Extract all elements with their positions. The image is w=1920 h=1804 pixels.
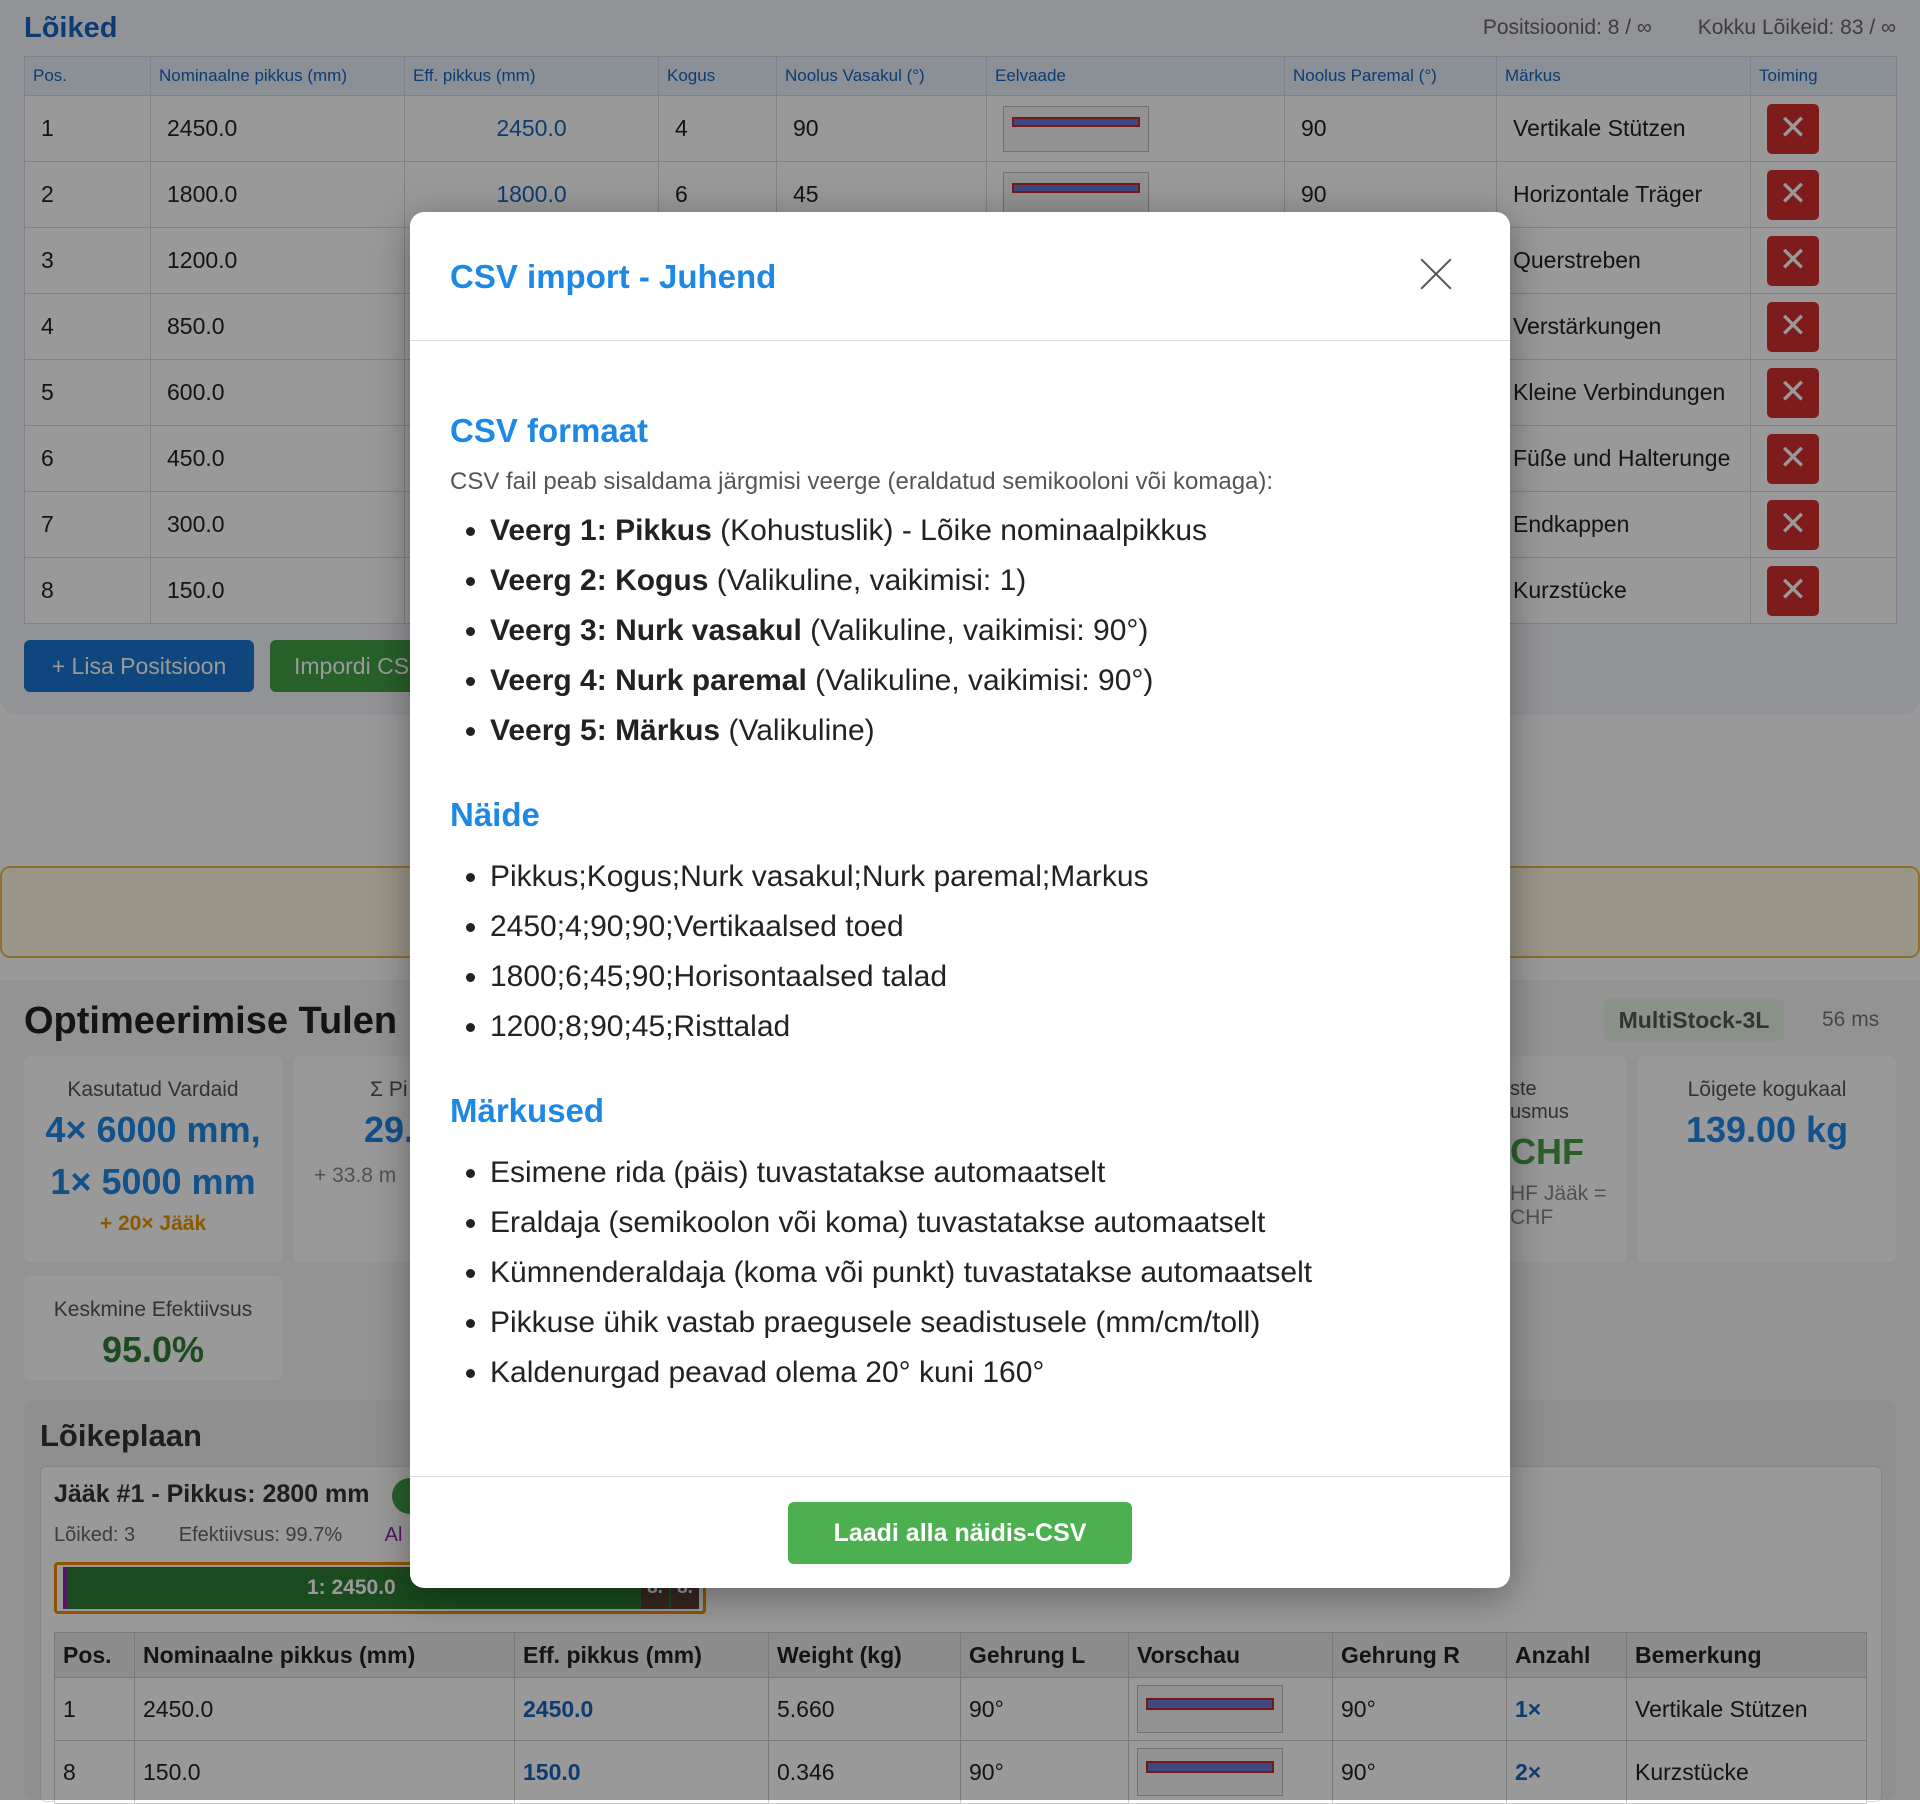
modal-body: CSV formaat CSV fail peab sisaldama järg… [450, 412, 1470, 1438]
example-title: Näide [450, 796, 540, 833]
column-name: Veerg 2: Kogus [490, 564, 709, 597]
close-icon[interactable] [1418, 256, 1454, 292]
list-item: Eraldaja (semikoolon või koma) tuvastata… [490, 1198, 1470, 1248]
list-item: Pikkuse ühik vastab praegusele seadistus… [490, 1298, 1470, 1348]
app-page: Lõiked Positsioonid: 8 / ∞ Kokku Lõikeid… [0, 0, 1920, 1804]
example-list: Pikkus;Kogus;Nurk vasakul;Nurk paremal;M… [450, 852, 1470, 1052]
modal-title: CSV import - Juhend [450, 258, 777, 295]
column-list: Veerg 1: Pikkus (Kohustuslik) - Lõike no… [450, 506, 1470, 756]
column-name: Veerg 3: Nurk vasakul [490, 614, 802, 647]
notes-title: Märkused [450, 1092, 605, 1129]
list-item: 2450;4;90;90;Vertikaalsed toed [490, 902, 1470, 952]
modal-header: CSV import - Juhend [410, 212, 1510, 341]
list-item: Veerg 3: Nurk vasakul (Valikuline, vaiki… [490, 606, 1470, 656]
download-sample-csv-button[interactable]: Laadi alla näidis-CSV [788, 1502, 1132, 1564]
modal-footer: Laadi alla näidis-CSV [410, 1476, 1510, 1589]
list-item: 1800;6;45;90;Horisontaalsed talad [490, 952, 1470, 1002]
column-name: Veerg 4: Nurk paremal [490, 664, 807, 697]
list-item: Esimene rida (päis) tuvastatakse automaa… [490, 1148, 1470, 1198]
column-name: Veerg 5: Märkus [490, 714, 721, 747]
list-item: Pikkus;Kogus;Nurk vasakul;Nurk paremal;M… [490, 852, 1470, 902]
list-item: Veerg 2: Kogus (Valikuline, vaikimisi: 1… [490, 556, 1470, 606]
column-desc: (Valikuline, vaikimisi: 90°) [801, 614, 1149, 647]
list-item: Kaldenurgad peavad olema 20° kuni 160° [490, 1348, 1470, 1398]
csv-format-intro: CSV fail peab sisaldama järgmisi veerge … [450, 468, 1274, 495]
column-desc: (Valikuline) [720, 714, 875, 747]
column-desc: (Valikuline, vaikimisi: 90°) [806, 664, 1154, 697]
list-item: Veerg 1: Pikkus (Kohustuslik) - Lõike no… [490, 506, 1470, 556]
list-item: Veerg 4: Nurk paremal (Valikuline, vaiki… [490, 656, 1470, 706]
column-desc: (Kohustuslik) - Lõike nominaalpikkus [711, 514, 1208, 547]
list-item: Veerg 5: Märkus (Valikuline) [490, 706, 1470, 756]
csv-format-title: CSV formaat [450, 412, 649, 449]
list-item: Kümnenderaldaja (koma või punkt) tuvasta… [490, 1248, 1470, 1298]
list-item: 1200;8;90;45;Risttalad [490, 1002, 1470, 1052]
notes-list: Esimene rida (päis) tuvastatakse automaa… [450, 1148, 1470, 1398]
csv-import-modal: CSV import - Juhend CSV formaat CSV fail… [410, 212, 1510, 1588]
column-name: Veerg 1: Pikkus [490, 514, 712, 547]
column-desc: (Valikuline, vaikimisi: 1) [708, 564, 1027, 597]
